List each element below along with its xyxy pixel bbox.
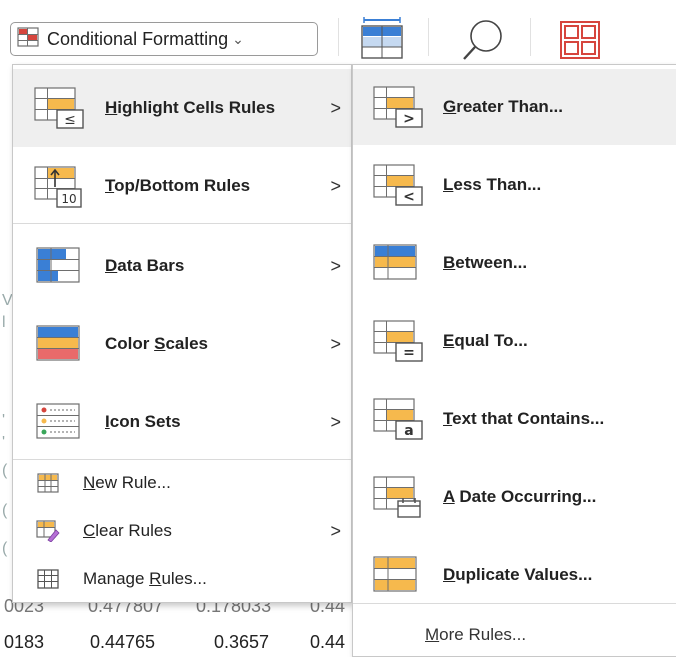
icon-sets-icon <box>13 402 105 442</box>
menu-item-icon-sets[interactable]: Icon Sets > <box>13 383 351 461</box>
svg-text:a: a <box>404 423 413 439</box>
find-icon[interactable] <box>458 16 506 67</box>
conditional-formatting-button[interactable]: Conditional Formatting ⌄ <box>10 22 318 56</box>
ribbon-divider <box>338 18 339 56</box>
screen: Conditional Formatting ⌄ V l ' ' (((0… <box>0 0 676 657</box>
menu-item-duplicate-values[interactable]: Duplicate Values... <box>353 537 676 613</box>
chevron-right-icon: > <box>330 175 341 196</box>
highlight-cells-rules-submenu: > Greater Than... < Less Than... Between… <box>352 64 676 657</box>
menu-item-more-rules[interactable]: More Rules... <box>353 607 676 657</box>
menu-item-label: Top/Bottom Rules <box>105 176 251 195</box>
menu-item-equal-to[interactable]: = Equal To... <box>353 303 676 379</box>
submenu-item-label: Between... <box>443 253 528 272</box>
menu-item-greater-than[interactable]: > Greater Than... <box>353 69 676 145</box>
sheet-cell: 0.44765 <box>90 632 156 652</box>
sheet-cell: 0.44 <box>310 632 346 652</box>
chevron-right-icon: > <box>330 333 341 354</box>
submenu-item-label: Duplicate Values... <box>443 565 593 584</box>
conditional-formatting-icon <box>17 26 39 52</box>
svg-text:>: > <box>403 111 415 127</box>
manage-rules-icon <box>13 569 83 589</box>
date-occurring-icon <box>353 475 443 519</box>
submenu-item-label: A Date Occurring... <box>443 487 597 506</box>
ribbon: Conditional Formatting ⌄ <box>0 0 676 62</box>
color-scales-icon <box>13 324 105 364</box>
greater-than-icon: > <box>353 85 443 129</box>
menu-item-label: Data Bars <box>105 256 185 275</box>
sheet-row: 0183 0.44765 0.3657 0.44 <box>0 626 360 657</box>
clear-rules-icon <box>13 520 83 542</box>
chevron-right-icon: > <box>330 255 341 276</box>
menu-item-clear-rules[interactable]: Clear Rules > <box>13 511 351 551</box>
menu-separator <box>13 223 351 224</box>
menu-item-label: Clear Rules <box>83 521 172 540</box>
menu-item-label: Color Scales <box>105 334 208 353</box>
sheet-cell: ( <box>2 540 8 557</box>
menu-item-label: Highlight Cells Rules <box>105 98 276 117</box>
sheet-cell: 0.3657 <box>214 632 270 652</box>
menu-item-label: New Rule... <box>83 473 171 492</box>
sheet-cell: l <box>2 314 6 331</box>
chevron-down-icon: ⌄ <box>232 30 244 47</box>
ribbon-divider <box>530 18 531 56</box>
format-as-table-icon[interactable] <box>356 16 408 65</box>
sheet-cell: 0183 <box>4 632 45 652</box>
equal-to-icon: = <box>353 319 443 363</box>
sheet-cell: ' <box>2 434 6 451</box>
submenu-item-label: More Rules... <box>425 625 527 644</box>
menu-item-data-bars[interactable]: Data Bars > <box>13 227 351 305</box>
sheet-cell: ( <box>2 462 8 479</box>
svg-text:<: < <box>403 189 415 205</box>
submenu-item-label: Greater Than... <box>443 97 563 116</box>
less-than-icon: < <box>353 163 443 207</box>
data-bars-icon <box>13 246 105 286</box>
menu-item-label: Manage Rules... <box>83 569 207 588</box>
menu-separator <box>13 459 351 460</box>
new-rule-icon <box>13 473 83 493</box>
between-icon <box>353 243 443 283</box>
svg-text:=: = <box>403 345 415 361</box>
submenu-item-label: Equal To... <box>443 331 528 350</box>
menu-item-less-than[interactable]: < Less Than... <box>353 147 676 223</box>
sheet-cell: ( <box>2 502 8 519</box>
menu-item-label: Icon Sets <box>105 412 181 431</box>
text-contains-icon: a <box>353 397 443 441</box>
menu-item-color-scales[interactable]: Color Scales > <box>13 305 351 383</box>
svg-text:≤: ≤ <box>64 112 76 128</box>
submenu-item-label: Text that Contains... <box>443 409 605 428</box>
menu-item-manage-rules[interactable]: Manage Rules... <box>13 559 351 599</box>
ribbon-divider <box>428 18 429 56</box>
chevron-right-icon: > <box>330 411 341 432</box>
highlight-cells-rules-icon: ≤ <box>13 86 105 130</box>
menu-separator <box>353 603 676 604</box>
svg-text:10: 10 <box>61 192 76 206</box>
menu-item-date-occurring[interactable]: A Date Occurring... <box>353 459 676 535</box>
top-bottom-rules-icon: 10 <box>13 163 105 209</box>
chevron-right-icon: > <box>330 97 341 118</box>
conditional-formatting-label: Conditional Formatting <box>47 28 229 49</box>
menu-item-between[interactable]: Between... <box>353 225 676 301</box>
conditional-formatting-menu: ≤ Highlight Cells Rules > 10 Top/Bottom … <box>12 64 352 603</box>
submenu-item-label: Less Than... <box>443 175 542 194</box>
menu-item-text-contains[interactable]: a Text that Contains... <box>353 381 676 457</box>
menu-item-highlight-cells-rules[interactable]: ≤ Highlight Cells Rules > <box>13 69 351 147</box>
chevron-right-icon: > <box>330 520 341 541</box>
sheet-cell: ' <box>2 412 6 429</box>
cell-styles-icon[interactable] <box>558 16 604 65</box>
menu-item-top-bottom-rules[interactable]: 10 Top/Bottom Rules > <box>13 147 351 225</box>
duplicate-values-icon <box>353 555 443 595</box>
menu-item-new-rule[interactable]: New Rule... <box>13 463 351 503</box>
